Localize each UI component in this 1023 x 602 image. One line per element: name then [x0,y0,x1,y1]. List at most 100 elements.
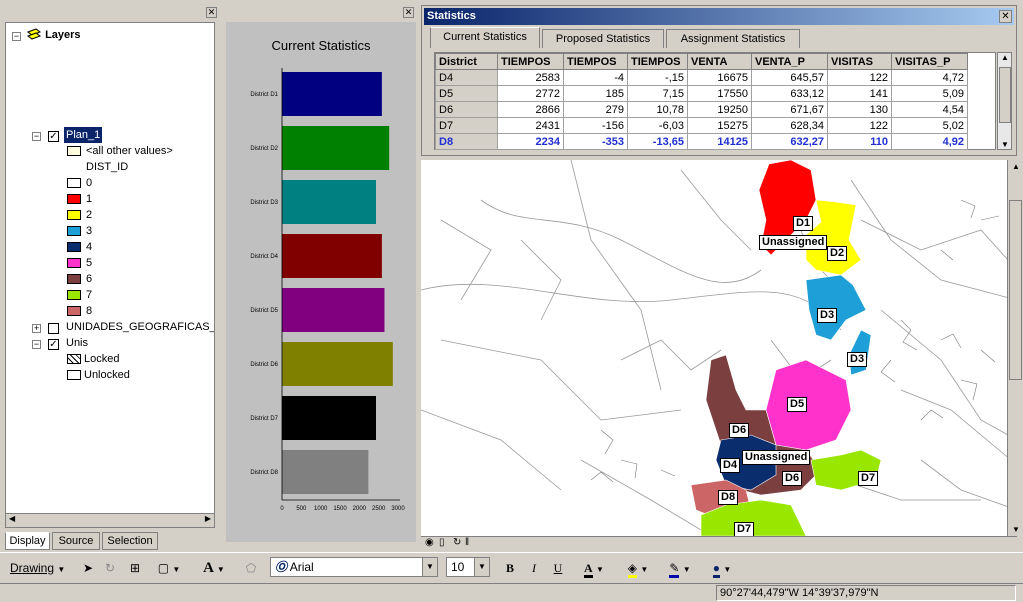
bar [282,126,390,170]
close-icon[interactable]: ✕ [403,7,414,18]
column-header[interactable]: TIEMPOS [563,53,628,70]
class-swatch-6[interactable] [67,274,81,284]
category-label: District D6 [250,362,278,368]
scroll-right-icon[interactable]: ▶ [205,514,211,523]
italic-button[interactable]: I [524,557,544,579]
map-label-d5: D5 [787,397,808,412]
close-icon[interactable]: ✕ [206,7,217,18]
layer-unidades[interactable]: UNIDADES_GEOGRAFICAS_Z6 [66,319,214,335]
class-swatch-0[interactable] [67,178,81,188]
select-pointer-icon[interactable]: ➤ [78,557,98,579]
swatch-locked [67,354,81,364]
district-d5[interactable] [765,359,852,451]
scroll-down-icon[interactable]: ▼ [1012,525,1020,534]
horizontal-scrollbar[interactable]: ◀ ▶ [6,513,214,527]
tab-current-statistics[interactable]: Current Statistics [430,27,540,48]
column-header[interactable]: District [435,53,498,70]
class-swatch-8[interactable] [67,306,81,316]
column-header[interactable]: VISITAS [827,53,892,70]
table-row[interactable]: D7 2431 -156 -6,03 15275 628,34 122 5,02 [435,117,968,134]
map-view[interactable]: D1 Unassigned D2 D3 D3 D5 D6 Unassigned … [421,160,1017,536]
column-header[interactable]: VENTA_P [751,53,828,70]
bold-button[interactable]: B [500,557,520,579]
map-label-d1: D1 [793,216,814,231]
column-header[interactable]: VISITAS_P [891,53,968,70]
table-row[interactable]: D4 2583 -4 -,15 16675 645,57 122 4,72 [435,69,968,86]
globe-icon[interactable]: ◉ [425,537,434,548]
scroll-up-icon[interactable]: ▲ [1012,162,1020,171]
column-header[interactable]: TIEMPOS [497,53,564,70]
scroll-up-icon[interactable]: ▲ [1001,53,1009,62]
font-color-icon: A [584,561,593,578]
close-icon[interactable]: ✕ [999,10,1012,23]
map-canvas[interactable] [421,160,1017,536]
status-bar: 90°27'44,479"W 14°39'37,979"N [0,583,1023,602]
value-cell: 2866 [497,101,564,118]
collapse-icon[interactable]: − [12,32,21,41]
fill-color-button[interactable]: ◈ ▼ [620,557,656,579]
class-swatch-1[interactable] [67,194,81,204]
font-size-select[interactable]: 10 ▼ [446,557,490,577]
unidades-checkbox[interactable] [48,323,59,334]
value-cell: 5,02 [891,117,968,134]
collapse-icon[interactable]: − [32,132,41,141]
edit-vertices-icon[interactable]: ⬠ [240,557,262,579]
layers-root[interactable]: Layers [26,27,81,43]
scroll-thumb[interactable] [999,67,1011,123]
value-cell: 279 [563,101,628,118]
value-cell: 16675 [687,69,752,86]
scroll-left-icon[interactable]: ◀ [9,514,15,523]
vertical-scrollbar[interactable]: ▲ ▼ [997,52,1012,150]
marker-color-button[interactable]: ● ▼ [704,557,740,579]
class-label: 2 [86,209,93,221]
table-row[interactable]: D8 2234 -353 -13,65 14125 632,27 110 4,92 [435,133,968,150]
font-name-select[interactable]: Ⓞ Arial ▼ [270,557,438,577]
paint-bucket-icon: ◈ [627,561,637,578]
tick-label: 3000 [391,506,405,512]
scroll-down-icon[interactable]: ▼ [1001,140,1009,149]
plan-1-checkbox[interactable]: ✓ [48,131,59,142]
font-color-button[interactable]: A ▼ [576,557,612,579]
line-color-button[interactable]: ✎ ▼ [662,557,698,579]
tick-label: 2000 [353,506,367,512]
chart-panel: ✕ Current Statistics District D1 District… [222,4,418,550]
layer-unis[interactable]: Unis [66,335,88,351]
class-swatch-5[interactable] [67,258,81,268]
map-vertical-scrollbar[interactable]: ▲ ▼ [1007,160,1023,536]
pause-icon[interactable]: ‖ [465,537,469,548]
drawing-menu[interactable]: Drawing ▼ [4,557,68,579]
column-header[interactable]: TIEMPOS [627,53,688,70]
value-cell: 19250 [687,101,752,118]
tab-selection[interactable]: Selection [102,532,158,550]
layer-plan-1[interactable]: Plan_1 [64,127,103,143]
class-swatch-7[interactable] [67,290,81,300]
class-swatch-3[interactable] [67,226,81,236]
district-cell: D4 [435,69,498,86]
tab-proposed-statistics[interactable]: Proposed Statistics [542,29,664,48]
tab-source[interactable]: Source [52,532,100,550]
column-header[interactable]: VENTA [687,53,752,70]
bar [282,180,376,224]
text-tool-icon[interactable]: A ▼ [196,557,232,579]
class-label: 1 [86,193,93,205]
unis-checkbox[interactable]: ✓ [48,339,59,350]
tab-assignment-statistics[interactable]: Assignment Statistics [666,29,800,48]
class-swatch-4[interactable] [67,242,81,252]
table-row[interactable]: D6 2866 279 10,78 19250 671,67 130 4,54 [435,101,968,118]
underline-button[interactable]: U [548,557,568,579]
collapse-icon[interactable]: − [32,340,41,349]
layers-label: Layers [45,29,81,41]
tab-display[interactable]: Display [5,532,50,550]
expand-icon[interactable]: + [32,324,41,333]
rotate-icon[interactable]: ↻ [100,557,120,579]
dropdown-arrow-icon[interactable]: ▼ [422,558,437,576]
scroll-thumb[interactable] [1009,200,1022,380]
rectangle-tool-icon[interactable]: ▢ ▼ [154,557,184,579]
refresh-icon[interactable]: ↻ [453,537,461,548]
category-label: District D2 [250,146,278,152]
class-swatch-2[interactable] [67,210,81,220]
table-row[interactable]: D5 2772 185 7,15 17550 633,12 141 5,09 [435,85,968,102]
page-icon[interactable]: ▯ [439,537,445,548]
zoom-to-selected-icon[interactable]: ⊞ [124,557,146,579]
dropdown-arrow-icon[interactable]: ▼ [474,558,489,576]
